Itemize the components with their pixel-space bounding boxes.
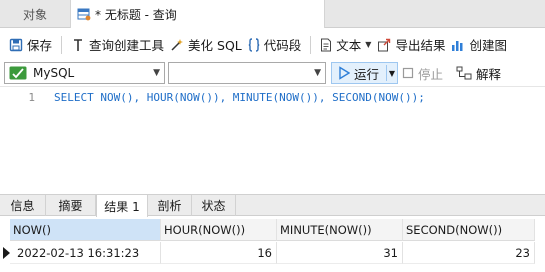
column-header[interactable]: NOW(): [10, 219, 161, 241]
save-label: 保存: [27, 38, 53, 53]
column-header-label: MINUTE(NOW()): [280, 222, 372, 237]
tab-objects[interactable]: 对象: [0, 0, 70, 28]
toolbar-divider: [310, 35, 312, 54]
table-row[interactable]: 2022-02-13 16:31:23 16 31 23: [0, 242, 545, 264]
export-result-label: 导出结果: [395, 38, 446, 53]
tab-info-label: 信息: [10, 199, 35, 213]
tab-profile-label: 剖析: [157, 199, 182, 213]
run-divider: [386, 65, 387, 81]
tab-summary-label: 摘要: [58, 199, 83, 213]
code-snippet-label: 代码段: [263, 38, 302, 53]
tab-profile[interactable]: 剖析: [148, 195, 192, 216]
mysql-connection-icon: [9, 66, 27, 80]
tab-result-1-label: 结果 1: [104, 199, 140, 214]
cell-value: 2022-02-13 16:31:23: [17, 245, 140, 260]
save-icon: [9, 38, 23, 52]
tab-bar: 对象 * 无标题 - 查询: [0, 0, 545, 28]
column-header[interactable]: HOUR(NOW()): [161, 219, 277, 241]
chart-icon: [451, 38, 465, 52]
tab-info[interactable]: 信息: [0, 195, 46, 216]
query-table-icon: [77, 7, 91, 21]
database-select[interactable]: ▼: [168, 62, 326, 84]
connection-select[interactable]: MySQL ▼: [4, 62, 165, 84]
column-header[interactable]: MINUTE(NOW()): [277, 219, 403, 241]
tab-objects-label: 对象: [22, 7, 47, 22]
table-cell[interactable]: 31: [277, 242, 403, 264]
sql-code[interactable]: SELECT NOW(), HOUR(NOW()), MINUTE(NOW())…: [54, 91, 425, 104]
stop-label: 停止: [418, 66, 444, 82]
main-toolbar: 保存 查询创建工具 美化 SQL 代码段 文本 ▼ 导出结果 创建图: [0, 29, 545, 60]
connection-bar: MySQL ▼ ▼ 运行 ▼ 停止 解释: [0, 60, 545, 86]
export-icon: [377, 38, 391, 52]
wrench-icon: [71, 38, 85, 52]
magic-wand-icon: [170, 38, 184, 52]
result-tabs: 信息 摘要 结果 1 剖析 状态: [0, 194, 545, 217]
tab-query[interactable]: * 无标题 - 查询: [70, 0, 325, 28]
cell-value: 23: [515, 245, 530, 260]
document-icon: [320, 38, 332, 52]
export-result-button[interactable]: 导出结果: [374, 33, 448, 57]
table-cell[interactable]: 2022-02-13 16:31:23: [10, 242, 161, 264]
text-label: 文本: [336, 38, 362, 53]
run-label: 运行: [354, 66, 380, 82]
chevron-down-icon: ▼: [314, 68, 321, 78]
current-row-marker-icon: [3, 247, 10, 259]
chevron-down-icon: ▼: [365, 40, 372, 49]
column-header-label: HOUR(NOW()): [164, 222, 246, 237]
explain-icon: [456, 66, 472, 80]
line-number: 1: [28, 91, 35, 104]
create-chart-label: 创建图: [469, 38, 507, 53]
save-button[interactable]: 保存: [6, 33, 55, 57]
explain-label: 解释: [476, 66, 502, 82]
grid-header: NOW() HOUR(NOW()) MINUTE(NOW()) SECOND(N…: [0, 219, 545, 241]
sql-editor[interactable]: 1 SELECT NOW(), HOUR(NOW()), MINUTE(NOW(…: [0, 86, 545, 194]
tab-query-label: * 无标题 - 查询: [95, 7, 177, 22]
editor-gutter: 1: [0, 87, 44, 195]
braces-icon: [248, 37, 260, 52]
code-snippet-button[interactable]: 代码段: [245, 33, 305, 57]
create-chart-button[interactable]: 创建图: [448, 33, 510, 57]
play-icon: [338, 66, 350, 80]
table-cell[interactable]: 16: [161, 242, 277, 264]
chevron-down-icon: ▼: [153, 68, 160, 78]
column-header-label: NOW(): [13, 222, 51, 237]
tab-status-label: 状态: [201, 199, 226, 213]
run-button[interactable]: 运行 ▼: [331, 62, 398, 84]
query-builder-button[interactable]: 查询创建工具: [68, 33, 167, 57]
table-cell[interactable]: 23: [403, 242, 535, 264]
column-header-label: SECOND(NOW()): [406, 222, 503, 237]
tab-status[interactable]: 状态: [192, 195, 236, 216]
beautify-sql-label: 美化 SQL: [188, 38, 242, 53]
connection-value: MySQL: [33, 66, 75, 80]
tab-result-1[interactable]: 结果 1: [96, 195, 148, 217]
tab-summary[interactable]: 摘要: [46, 195, 96, 216]
query-builder-label: 查询创建工具: [89, 38, 165, 53]
explain-button[interactable]: 解释: [456, 62, 501, 84]
cell-value: 16: [257, 245, 272, 260]
result-grid: NOW() HOUR(NOW()) MINUTE(NOW()) SECOND(N…: [0, 218, 545, 272]
stop-button[interactable]: 停止: [402, 62, 443, 84]
text-button[interactable]: 文本 ▼: [317, 33, 374, 57]
cell-value: 31: [383, 245, 398, 260]
stop-icon: [402, 67, 414, 79]
toolbar-divider: [61, 35, 63, 54]
chevron-down-icon[interactable]: ▼: [389, 63, 395, 83]
beautify-sql-button[interactable]: 美化 SQL: [167, 33, 245, 57]
column-header[interactable]: SECOND(NOW()): [403, 219, 535, 241]
